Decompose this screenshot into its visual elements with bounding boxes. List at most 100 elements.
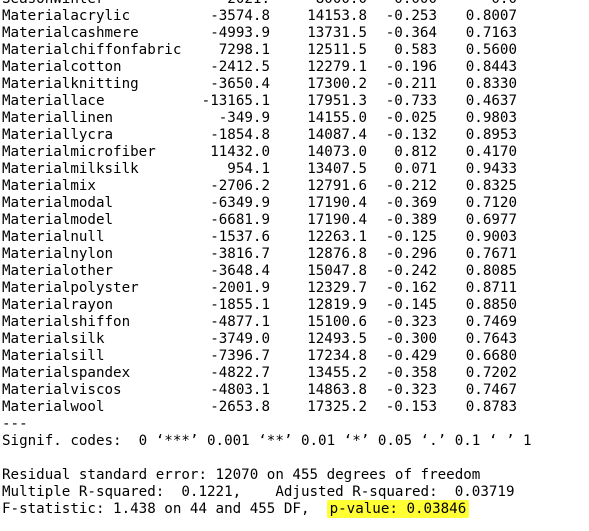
coefficient-name: Materialmilksilk: [2, 161, 139, 177]
coefficient-p-value: 0.5600: [465, 42, 517, 58]
coefficient-std-error: 12876.8: [307, 246, 367, 262]
coefficient-row: Materialacrylic -3574.8 14153.8 -0.253 0.800…: [2, 8, 587, 25]
coefficient-std-error: 14153.8: [307, 8, 367, 24]
coefficient-p-value: 0.9433: [465, 161, 517, 177]
coefficient-p-value: 0.8850: [465, 297, 517, 313]
coefficient-std-error: 15047.8: [307, 263, 367, 279]
coefficient-t-value: -0.364: [385, 25, 437, 41]
coefficient-row: Materiallinen -349.9 14155.0 -0.025 0.9803: [2, 110, 587, 127]
coefficient-estimate: -3749.0: [210, 331, 270, 347]
coefficient-p-value: 0.7163: [465, 25, 517, 41]
coefficient-estimate: -4822.7: [210, 365, 270, 381]
coefficient-row: Materialcotton -2412.5 12279.1 -0.196 0.8443: [2, 59, 587, 76]
signif-codes-line: Signif. codes: 0 ‘***’ 0.001 ‘**’ 0.01 ‘…: [2, 433, 532, 449]
coefficient-t-value: -0.162: [385, 280, 437, 296]
p-value-highlight: p-value: 0.03846: [326, 500, 470, 518]
f-statistic-text: F-statistic: 1.438 on 44 and 455 DF,: [2, 501, 327, 517]
coefficient-name: Materialnylon: [2, 246, 114, 262]
coefficient-t-value: -0.212: [385, 178, 437, 194]
coefficient-p-value: 0.7467: [465, 382, 517, 398]
coefficient-std-error: 13407.5: [307, 161, 367, 177]
coefficient-row: Materialmodal -6349.9 17190.4 -0.369 0.7120: [2, 195, 587, 212]
coefficient-t-value: -0.300: [385, 331, 437, 347]
coefficient-p-value: 0.8953: [465, 127, 517, 143]
coefficient-p-value: 0.7643: [465, 331, 517, 347]
coefficient-name: Materialpolyster: [2, 280, 139, 296]
coefficient-estimate: -7396.7: [210, 348, 270, 364]
coefficient-t-value: -0.369: [385, 195, 437, 211]
coefficient-t-value: -0.733: [385, 93, 437, 109]
coefficient-name: Materialshiffon: [2, 314, 131, 330]
coefficient-row: Materialviscos -4803.1 14863.8 -0.323 0.7467: [2, 382, 587, 399]
coefficient-estimate: -349.9: [218, 110, 270, 126]
coefficient-name: Materialmodal: [2, 195, 114, 211]
coefficient-estimate: -13165.1: [201, 93, 270, 109]
coefficient-row: Materialchiffonfabric 7298.1 12511.5 0.583 0…: [2, 42, 587, 59]
coefficient-name: Materiallycra: [2, 127, 114, 143]
coefficient-row: Materialnull -1537.6 12263.1 -0.125 0.9003: [2, 229, 587, 246]
coefficient-t-value: -0.242: [385, 263, 437, 279]
coefficient-name: Materialsill: [2, 348, 105, 364]
coefficient-name: Materialnull: [2, 229, 105, 245]
f-statistic-line: F-statistic: 1.438 on 44 and 455 DF, p-v…: [2, 500, 587, 518]
coefficient-std-error: 14087.4: [307, 127, 367, 143]
coefficient-name: Materiallinen: [2, 110, 114, 126]
coefficient-std-error: 17951.3: [307, 93, 367, 109]
coefficient-p-value: 0.9803: [465, 110, 517, 126]
coefficient-std-error: 12279.1: [307, 59, 367, 75]
coefficient-std-error: 14073.0: [307, 144, 367, 160]
coefficient-estimate: 2021.: [227, 0, 270, 8]
coefficient-t-value: -0.145: [385, 297, 437, 313]
coefficient-row: Materiallycra -1854.8 14087.4 -0.132 0.8953: [2, 127, 587, 144]
coefficient-t-value: -0.125: [385, 229, 437, 245]
coefficient-row: Materialmicrofiber 11432.0 14073.0 0.812 0.4…: [2, 144, 587, 161]
coefficient-name: Materialmodel: [2, 212, 114, 228]
coefficient-t-value: -0.025: [385, 110, 437, 126]
coefficient-estimate: -3648.4: [210, 263, 270, 279]
coefficient-name: Materialchiffonfabric: [2, 42, 182, 58]
coefficient-estimate: -4993.9: [210, 25, 270, 41]
coefficient-row: Materialnylon -3816.7 12876.8 -0.296 0.7671: [2, 246, 587, 263]
coefficient-name: Materialsilk: [2, 331, 105, 347]
coefficient-t-value: 0.812: [394, 144, 437, 160]
coefficient-t-value: -0.323: [385, 314, 437, 330]
coefficient-t-value: -0.253: [385, 8, 437, 24]
coefficient-row: Materialrayon -1855.1 12819.9 -0.145 0.8850: [2, 297, 587, 314]
coefficient-name: Materialacrylic: [2, 8, 131, 24]
coefficient-t-value: 0.000: [394, 0, 437, 8]
coefficient-std-error: 13731.5: [307, 25, 367, 41]
separator-line: ---: [2, 416, 28, 432]
coefficient-row: Materialshiffon -4877.1 15100.6 -0.323 0.746…: [2, 314, 587, 331]
coefficient-std-error: 12493.5: [307, 331, 367, 347]
coefficient-p-value: 0.8325: [465, 178, 517, 194]
coefficients-table: SeasonWinter2021.8000.00.0000.0Materiala…: [2, 0, 587, 416]
coefficient-estimate: -2412.5: [210, 59, 270, 75]
coefficient-row: Materialwool -2653.8 17325.2 -0.153 0.8783: [2, 399, 587, 416]
coefficient-estimate: 11432.0: [210, 144, 270, 160]
coefficient-estimate: -2706.2: [210, 178, 270, 194]
coefficient-p-value: 0.8085: [465, 263, 517, 279]
coefficient-estimate: -4803.1: [210, 382, 270, 398]
coefficient-std-error: 12791.6: [307, 178, 367, 194]
coefficient-std-error: 17325.2: [307, 399, 367, 415]
coefficient-name: SeasonWinter: [2, 0, 105, 8]
coefficient-estimate: 7298.1: [218, 42, 270, 58]
coefficient-std-error: 14863.8: [307, 382, 367, 398]
coefficient-row: Materialmodel -6681.9 17190.4 -0.389 0.6977: [2, 212, 587, 229]
coefficient-t-value: 0.583: [394, 42, 437, 58]
coefficient-std-error: 14155.0: [307, 110, 367, 126]
coefficient-estimate: -1537.6: [210, 229, 270, 245]
coefficient-row: Materialmix -2706.2 12791.6 -0.212 0.8325: [2, 178, 587, 195]
coefficient-p-value: 0.4637: [465, 93, 517, 109]
coefficient-t-value: -0.296: [385, 246, 437, 262]
coefficient-p-value: 0.8443: [465, 59, 517, 75]
coefficient-p-value: 0.8711: [465, 280, 517, 296]
coefficient-row: Materialcashmere -4993.9 13731.5 -0.364 0.71…: [2, 25, 587, 42]
coefficient-t-value: -0.132: [385, 127, 437, 143]
coefficient-estimate: -4877.1: [210, 314, 270, 330]
coefficient-row: Materialspandex -4822.7 13455.2 -0.358 0.720…: [2, 365, 587, 382]
r-squared-line: Multiple R-squared: 0.1221, Adjusted R-s…: [2, 484, 515, 500]
coefficient-p-value: 0.7469: [465, 314, 517, 330]
coefficient-std-error: 12329.7: [307, 280, 367, 296]
